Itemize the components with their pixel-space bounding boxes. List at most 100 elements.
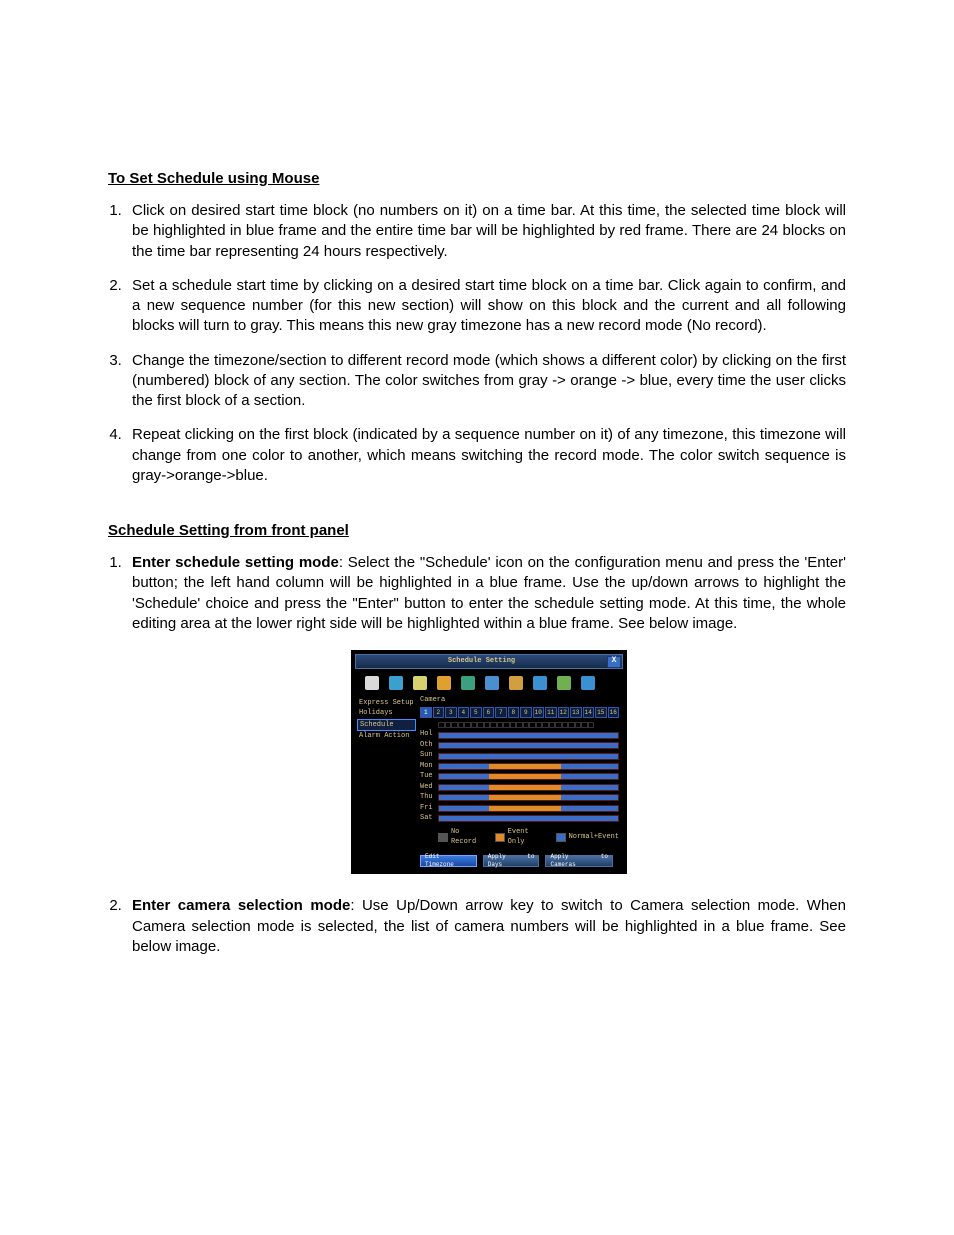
schedule-row[interactable]: Sat [420, 814, 619, 823]
legend-swatch [556, 833, 566, 842]
time-segment[interactable] [439, 743, 618, 748]
time-bar[interactable] [438, 753, 619, 760]
schedule-row[interactable]: Hol [420, 730, 619, 739]
time-segment[interactable] [439, 806, 489, 811]
window-title: Schedule Setting [356, 657, 607, 666]
camera-cell[interactable]: 11 [545, 707, 557, 718]
schedule-row[interactable]: Wed [420, 783, 619, 792]
day-label: Wed [420, 783, 438, 792]
time-segment[interactable] [439, 774, 489, 779]
schedule-setting-screenshot: Schedule Setting X Express SetupHolidays… [351, 650, 627, 874]
camera-cell[interactable]: 7 [495, 707, 507, 718]
time-segment[interactable] [439, 795, 489, 800]
camera-cell[interactable]: 5 [470, 707, 482, 718]
schedule-row[interactable]: Sun [420, 751, 619, 760]
time-segment[interactable] [561, 785, 618, 790]
sidebar-item-holidays[interactable]: Holidays [357, 708, 416, 718]
legend-label: Event Only [508, 828, 550, 847]
camera-number-row[interactable]: 12345678910111213141516 [420, 707, 619, 718]
legend-swatch [438, 833, 448, 842]
camera-cell[interactable]: 2 [433, 707, 445, 718]
day-label: Mon [420, 762, 438, 771]
step-mouse-2: Set a schedule start time by clicking on… [126, 276, 846, 337]
toolbar-icon[interactable] [581, 676, 595, 690]
config-toolbar [355, 672, 623, 696]
step-fp-1-bold: Enter schedule setting mode [132, 554, 339, 571]
step-fp-2-bold: Enter camera selection mode [132, 897, 350, 914]
time-segment[interactable] [439, 754, 618, 759]
time-bar[interactable] [438, 763, 619, 770]
time-bar[interactable] [438, 805, 619, 812]
legend-label: No Record [451, 828, 489, 847]
time-segment[interactable] [439, 785, 489, 790]
close-icon[interactable]: X [607, 656, 621, 668]
config-sidebar: Express SetupHolidaysScheduleAlarm Actio… [355, 696, 418, 867]
toolbar-icon[interactable] [437, 676, 451, 690]
toolbar-icon[interactable] [413, 676, 427, 690]
schedule-grid[interactable]: Hol OthSun MonTue WedThu FriSat [420, 730, 619, 823]
toolbar-icon[interactable] [485, 676, 499, 690]
time-bar[interactable] [438, 784, 619, 791]
step-fp-2: Enter camera selection mode: Use Up/Down… [126, 896, 846, 957]
schedule-row[interactable]: Tue [420, 772, 619, 781]
schedule-row[interactable]: Thu [420, 793, 619, 802]
time-segment[interactable] [561, 774, 618, 779]
time-segment[interactable] [561, 764, 618, 769]
heading-set-schedule-mouse: To Set Schedule using Mouse [108, 170, 846, 187]
camera-cell[interactable]: 15 [595, 707, 607, 718]
ol-frontpanel-steps: Enter schedule setting mode: Select the … [126, 553, 846, 957]
time-segment[interactable] [561, 806, 618, 811]
toolbar-icon[interactable] [509, 676, 523, 690]
camera-cell[interactable]: 1 [420, 707, 432, 718]
step-mouse-3: Change the timezone/section to different… [126, 351, 846, 412]
time-bar[interactable] [438, 794, 619, 801]
time-bar[interactable] [438, 732, 619, 739]
time-segment[interactable] [439, 764, 489, 769]
time-segment[interactable] [439, 816, 618, 821]
hour-scale [438, 722, 619, 728]
camera-cell[interactable]: 8 [508, 707, 520, 718]
window-titlebar: Schedule Setting X [355, 654, 623, 669]
camera-cell[interactable]: 6 [483, 707, 495, 718]
toolbar-icon[interactable] [461, 676, 475, 690]
heading-front-panel: Schedule Setting from front panel [108, 522, 846, 539]
time-segment[interactable] [439, 733, 618, 738]
toolbar-icon[interactable] [389, 676, 403, 690]
time-segment[interactable] [489, 795, 561, 800]
camera-cell[interactable]: 3 [445, 707, 457, 718]
time-segment[interactable] [561, 795, 618, 800]
schedule-row[interactable]: Fri [420, 804, 619, 813]
time-bar[interactable] [438, 742, 619, 749]
camera-cell[interactable]: 13 [570, 707, 582, 718]
toolbar-icon[interactable] [557, 676, 571, 690]
sidebar-item-schedule[interactable]: Schedule [357, 719, 416, 731]
apply-to-cameras-button[interactable]: Apply to Cameras [545, 855, 613, 867]
camera-cell[interactable]: 12 [558, 707, 570, 718]
day-label: Tue [420, 772, 438, 781]
step-fp-1: Enter schedule setting mode: Select the … [126, 553, 846, 874]
camera-cell[interactable]: 16 [608, 707, 620, 718]
step-mouse-1: Click on desired start time block (no nu… [126, 201, 846, 262]
time-bar[interactable] [438, 815, 619, 822]
camera-cell[interactable]: 14 [583, 707, 595, 718]
schedule-row[interactable]: Mon [420, 762, 619, 771]
sidebar-item-express-setup[interactable]: Express Setup [357, 698, 416, 708]
camera-cell[interactable]: 10 [533, 707, 545, 718]
day-label: Thu [420, 793, 438, 802]
camera-cell[interactable]: 9 [520, 707, 532, 718]
time-segment[interactable] [489, 764, 561, 769]
day-label: Fri [420, 804, 438, 813]
edit-timezone-button[interactable]: Edit Timezone [420, 855, 477, 867]
legend-item: No Record [438, 828, 489, 847]
camera-cell[interactable]: 4 [458, 707, 470, 718]
toolbar-icon[interactable] [365, 676, 379, 690]
time-bar[interactable] [438, 773, 619, 780]
record-mode-legend: No RecordEvent OnlyNormal+Event [438, 828, 619, 847]
time-segment[interactable] [489, 774, 561, 779]
time-segment[interactable] [489, 806, 561, 811]
apply-to-days-button[interactable]: Apply to Days [483, 855, 540, 867]
toolbar-icon[interactable] [533, 676, 547, 690]
sidebar-item-alarm-action[interactable]: Alarm Action [357, 731, 416, 741]
schedule-row[interactable]: Oth [420, 741, 619, 750]
time-segment[interactable] [489, 785, 561, 790]
